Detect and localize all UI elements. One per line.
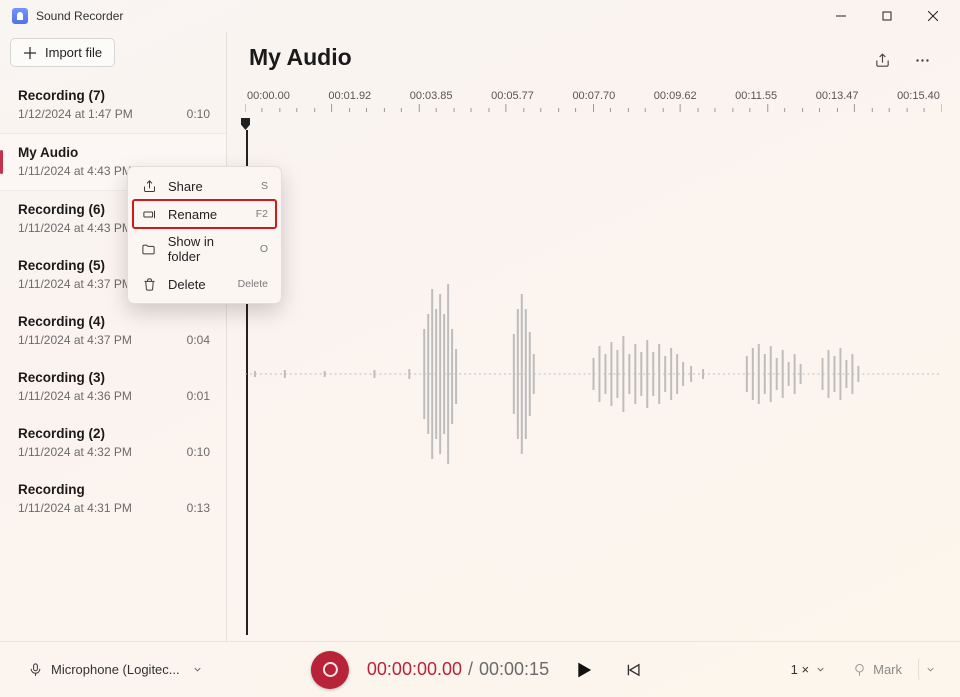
recording-date: 1/11/2024 at 4:31 PM <box>18 501 132 515</box>
recording-date: 1/11/2024 at 4:43 PM <box>18 164 132 178</box>
window-maximize-button[interactable] <box>864 0 910 32</box>
recording-title: Recording (4) <box>18 314 210 329</box>
rename-icon <box>141 206 157 222</box>
timeline-label: 00:09.62 <box>654 90 697 102</box>
context-menu-label: Rename <box>168 207 217 222</box>
recording-date: 1/12/2024 at 1:47 PM <box>18 107 133 121</box>
timeline-ticks <box>245 104 942 120</box>
recording-date: 1/11/2024 at 4:37 PM <box>18 277 132 291</box>
timeline-label: 00:05.77 <box>491 90 534 102</box>
bookmark-icon <box>852 662 867 677</box>
mark-menu-button[interactable] <box>918 658 942 681</box>
previous-marker-button[interactable] <box>617 654 649 686</box>
window-close-button[interactable] <box>910 0 956 32</box>
waveform <box>245 254 942 494</box>
timeline-label: 00:01.92 <box>328 90 371 102</box>
context-menu-show-in-folder[interactable]: Show in folder O <box>133 228 276 270</box>
context-menu-label: Show in folder <box>168 234 249 264</box>
recording-duration: 0:04 <box>187 333 210 347</box>
chevron-down-icon <box>925 664 936 675</box>
playhead[interactable] <box>241 118 250 130</box>
recording-date: 1/11/2024 at 4:37 PM <box>18 333 132 347</box>
recording-title: Recording (7) <box>18 88 210 103</box>
recording-item[interactable]: Recording (4) 1/11/2024 at 4:37 PM 0:04 <box>0 303 226 359</box>
skip-back-icon <box>624 661 642 679</box>
share-icon <box>874 52 891 69</box>
timeline-label: 00:15.40 <box>897 90 940 102</box>
recording-item[interactable]: Recording (3) 1/11/2024 at 4:36 PM 0:01 <box>0 359 226 415</box>
recording-title: Recording <box>18 482 210 497</box>
import-file-label: Import file <box>45 45 102 60</box>
recording-title: Recording (3) <box>18 370 210 385</box>
timeline-label: 00:00.00 <box>247 90 290 102</box>
recording-item[interactable]: Recording 1/11/2024 at 4:31 PM 0:13 <box>0 471 226 527</box>
recording-duration: 0:10 <box>187 107 210 121</box>
timeline-label: 00:11.55 <box>735 90 777 102</box>
context-menu-shortcut: F2 <box>256 208 268 220</box>
recording-duration: 0:01 <box>187 389 210 403</box>
timeline-label: 00:13.47 <box>816 90 859 102</box>
waveform-area[interactable] <box>245 130 942 641</box>
more-button[interactable] <box>906 44 938 76</box>
record-button[interactable] <box>311 651 349 689</box>
share-button[interactable] <box>866 44 898 76</box>
sidebar: Import file Recording (7) 1/12/2024 at 1… <box>0 32 227 641</box>
bottom-bar: Microphone (Logitec... 00:00:00.00 / 00:… <box>0 641 960 697</box>
recording-title: My Audio <box>18 145 210 160</box>
microphone-label: Microphone (Logitec... <box>51 662 180 677</box>
timeline[interactable]: 00:00.00 00:01.92 00:03.85 00:05.77 00:0… <box>245 90 942 130</box>
microphone-select[interactable]: Microphone (Logitec... <box>18 657 213 682</box>
recording-title: Recording (2) <box>18 426 210 441</box>
more-icon <box>914 52 931 69</box>
recording-item[interactable]: Recording (2) 1/11/2024 at 4:32 PM 0:10 <box>0 415 226 471</box>
plus-icon <box>23 46 37 60</box>
window-minimize-button[interactable] <box>818 0 864 32</box>
playback-speed-button[interactable]: 1 × <box>781 656 836 683</box>
timeline-label: 00:03.85 <box>410 90 453 102</box>
app-icon <box>12 8 28 24</box>
chevron-down-icon <box>192 664 203 675</box>
context-menu-shortcut: Delete <box>238 278 268 290</box>
titlebar: Sound Recorder <box>0 0 960 32</box>
microphone-icon <box>28 662 43 677</box>
trash-icon <box>141 276 157 292</box>
folder-icon <box>141 241 157 257</box>
time-current: 00:00:00.00 <box>367 659 462 680</box>
recording-date: 1/11/2024 at 4:43 PM <box>18 221 132 235</box>
time-total: 00:00:15 <box>479 659 549 680</box>
context-menu-shortcut: O <box>260 243 268 255</box>
timecode: 00:00:00.00 / 00:00:15 <box>367 659 549 680</box>
main-pane: My Audio 00:00.00 00:01.92 00:03.85 00:0… <box>227 32 960 641</box>
recording-date: 1/11/2024 at 4:32 PM <box>18 445 132 459</box>
import-file-button[interactable]: Import file <box>10 38 115 67</box>
window-title: Sound Recorder <box>36 9 123 23</box>
mark-label: Mark <box>873 662 902 677</box>
page-title: My Audio <box>249 44 352 71</box>
chevron-down-icon <box>815 664 826 675</box>
context-menu-delete[interactable]: Delete Delete <box>133 270 276 298</box>
context-menu-rename[interactable]: Rename F2 <box>133 200 276 228</box>
play-button[interactable] <box>567 654 599 686</box>
recording-duration: 0:13 <box>187 501 210 515</box>
share-icon <box>141 178 157 194</box>
mark-button[interactable]: Mark <box>842 656 912 683</box>
context-menu: Share S Rename F2 Show in folder O Delet… <box>127 166 282 304</box>
time-separator: / <box>468 659 473 680</box>
play-icon <box>572 659 594 681</box>
context-menu-label: Delete <box>168 277 206 292</box>
context-menu-share[interactable]: Share S <box>133 172 276 200</box>
recording-date: 1/11/2024 at 4:36 PM <box>18 389 132 403</box>
timeline-label: 00:07.70 <box>572 90 615 102</box>
playback-speed-label: 1 × <box>791 662 809 677</box>
context-menu-label: Share <box>168 179 203 194</box>
context-menu-shortcut: S <box>261 180 268 192</box>
recording-duration: 0:10 <box>187 445 210 459</box>
recording-item[interactable]: Recording (7) 1/12/2024 at 1:47 PM 0:10 <box>0 77 226 133</box>
